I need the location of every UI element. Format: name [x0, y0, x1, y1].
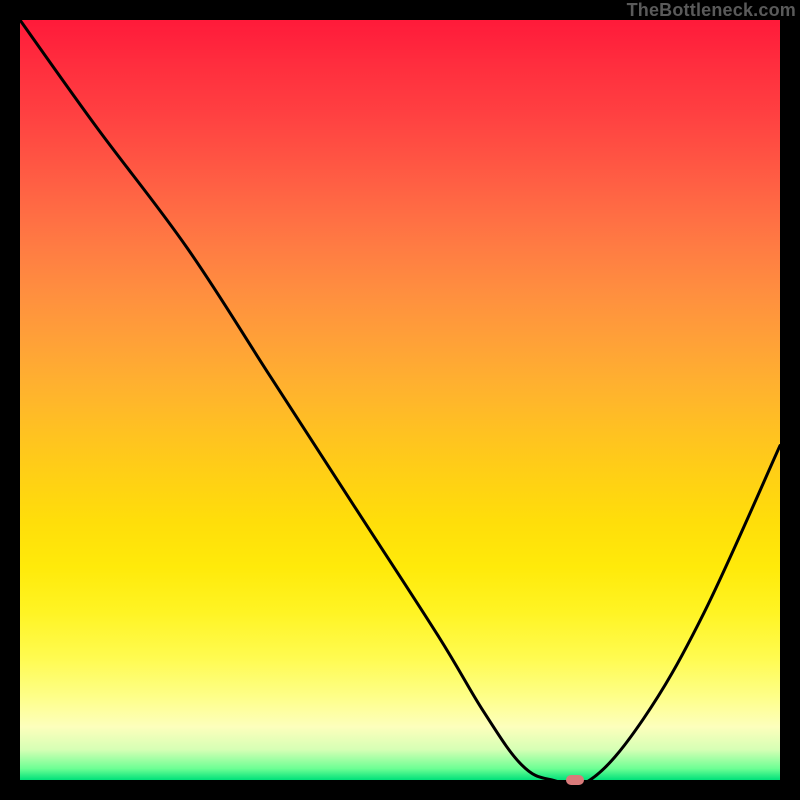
plot-area — [20, 20, 780, 780]
curve-layer — [20, 20, 780, 780]
bottleneck-curve — [20, 20, 780, 780]
optimal-point-marker — [566, 775, 584, 785]
chart-frame: TheBottleneck.com — [0, 0, 800, 800]
watermark-text: TheBottleneck.com — [627, 0, 796, 21]
